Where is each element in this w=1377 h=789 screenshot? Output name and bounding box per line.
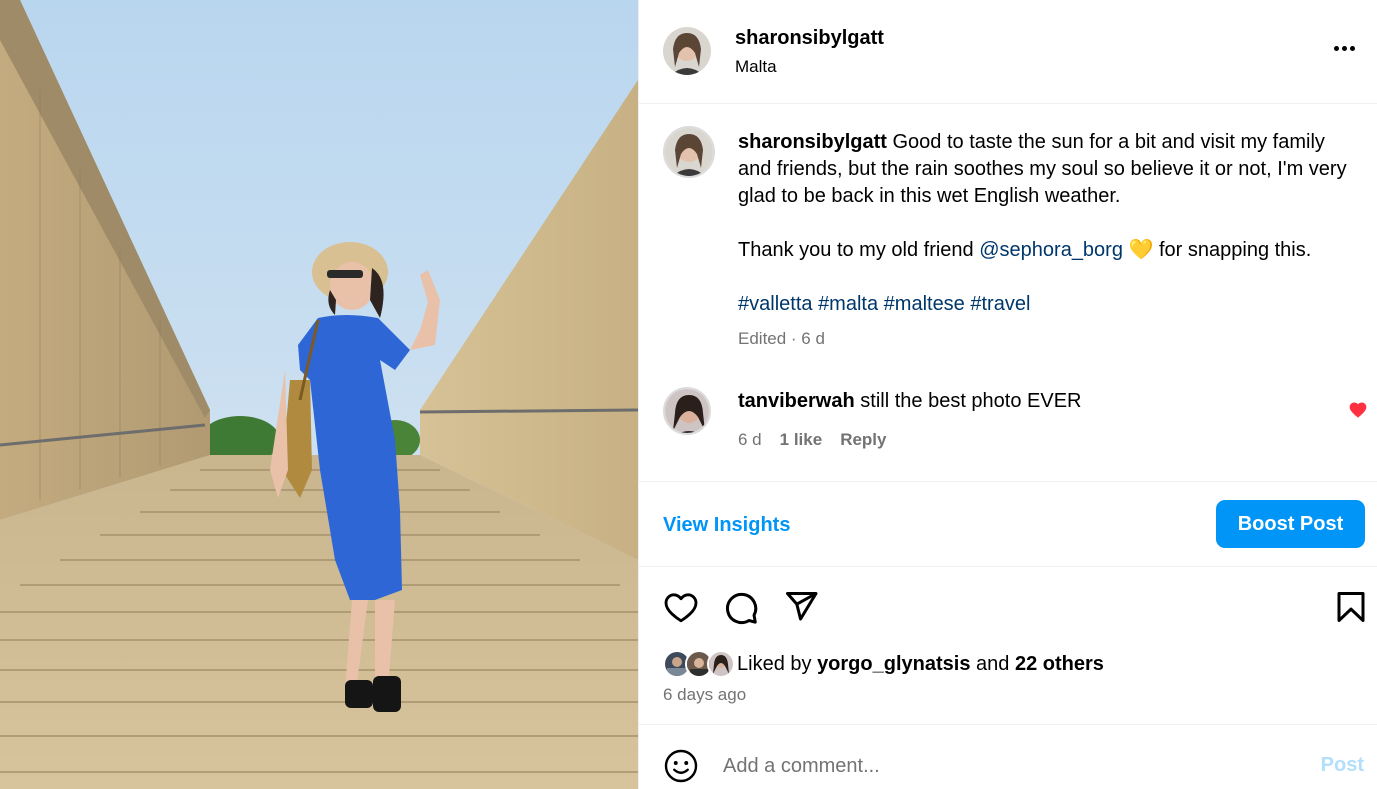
hashtag-link[interactable]: #maltese: [884, 293, 965, 315]
comment-likes[interactable]: 1 like: [780, 430, 823, 450]
photo-image: [0, 0, 638, 789]
caption-text: sharonsibylgatt Good to taste the sun fo…: [738, 129, 1358, 318]
view-insights-link[interactable]: View Insights: [663, 514, 790, 537]
post-comment-button[interactable]: Post: [1321, 754, 1364, 777]
commenter-avatar[interactable]: [663, 387, 711, 435]
post-header: sharonsibylgatt Malta: [639, 0, 1377, 104]
liked-by-user[interactable]: yorgo_glynatsis: [817, 653, 970, 676]
liked-by-prefix: Liked by: [737, 652, 812, 675]
caption-thanks-prefix: Thank you to my old friend: [738, 239, 980, 261]
heart-icon[interactable]: [663, 589, 699, 625]
author-avatar[interactable]: [663, 27, 711, 75]
reply-button[interactable]: Reply: [840, 430, 886, 450]
liker-avatar: [707, 650, 735, 678]
post-panel: sharonsibylgatt Malta sharonsibylgatt Go…: [638, 0, 1377, 789]
comment-icon[interactable]: [723, 589, 759, 625]
liked-by-others[interactable]: 22 others: [1015, 653, 1104, 676]
comment-composer: Post: [639, 726, 1377, 789]
commenter-username[interactable]: tanviberwah: [738, 390, 855, 412]
post-dialog: sharonsibylgatt Malta sharonsibylgatt Go…: [0, 0, 1377, 789]
comment-meta: 6 d 1 like Reply: [738, 430, 886, 450]
caption-username[interactable]: sharonsibylgatt: [738, 131, 887, 153]
share-icon[interactable]: [783, 589, 819, 625]
comment-input[interactable]: [723, 748, 1283, 784]
post-photo[interactable]: [0, 0, 638, 789]
post-location[interactable]: Malta: [735, 57, 777, 77]
post-actions: Liked by yorgo_glynatsis and 22 others 6…: [639, 567, 1377, 725]
caption-meta: Edited · 6 d: [738, 329, 825, 348]
author-username[interactable]: sharonsibylgatt: [735, 27, 884, 50]
yellow-heart-emoji: 💛: [1128, 239, 1154, 261]
hashtag-link[interactable]: #travel: [970, 293, 1030, 315]
boost-post-button[interactable]: Boost Post: [1216, 500, 1365, 548]
caption-author-avatar[interactable]: [663, 126, 715, 178]
liker-avatars[interactable]: [663, 650, 735, 678]
hashtag-link[interactable]: #malta: [818, 293, 878, 315]
comment-text: tanviberwah still the best photo EVER: [738, 390, 1082, 413]
liked-by: Liked by yorgo_glynatsis and 22 others: [663, 650, 1104, 678]
emoji-icon[interactable]: [663, 748, 699, 784]
bookmark-icon[interactable]: [1333, 589, 1369, 625]
comment-body: still the best photo EVER: [860, 390, 1082, 412]
comments-section: sharonsibylgatt Good to taste the sun fo…: [639, 104, 1377, 482]
caption-thanks-suffix: for snapping this.: [1153, 239, 1312, 261]
insights-bar: View Insights Boost Post: [639, 482, 1377, 567]
comment-time: 6 d: [738, 430, 762, 449]
mention-link[interactable]: @sephora_borg: [979, 239, 1123, 261]
comment-liked-heart-icon[interactable]: [1348, 400, 1368, 420]
hashtag-link[interactable]: #valletta: [738, 293, 813, 315]
more-horizontal-icon[interactable]: [1328, 36, 1360, 60]
liked-by-and: and: [976, 652, 1010, 675]
post-time[interactable]: 6 days ago: [663, 685, 746, 705]
